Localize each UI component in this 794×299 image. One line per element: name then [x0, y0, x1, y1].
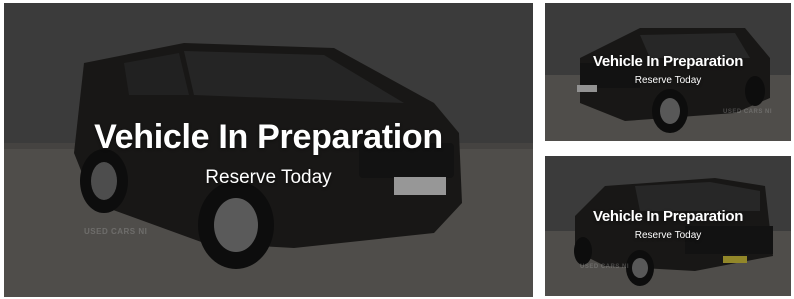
vehicle-photo: [4, 3, 533, 297]
thumbnail-front[interactable]: USED CARS NI Vehicle In Preparation Rese…: [545, 3, 791, 141]
watermark: USED CARS NI: [723, 109, 773, 115]
vehicle-photo: [545, 3, 791, 141]
watermark: USED CARS NI: [84, 227, 148, 236]
main-vehicle-image[interactable]: USED CARS NI Vehicle In Preparation Rese…: [4, 3, 533, 297]
thumbnail-rear[interactable]: USED CARS NI Vehicle In Preparation Rese…: [545, 156, 791, 296]
vehicle-photo: [545, 156, 791, 296]
watermark: USED CARS NI: [580, 264, 630, 270]
